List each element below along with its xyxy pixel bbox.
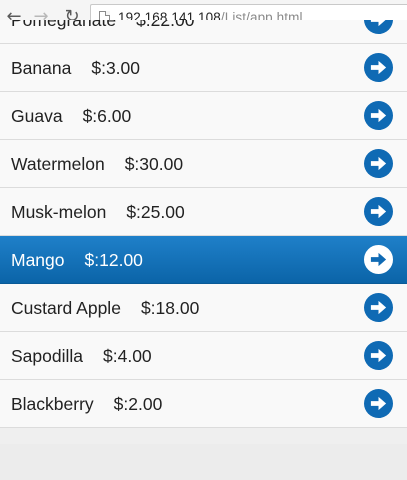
list-item-text: Blackberry $:2.00: [11, 380, 162, 428]
item-price: $:12.00: [84, 249, 143, 270]
list-item-text: Guava $:6.00: [11, 92, 131, 140]
arrow-right-circle-icon[interactable]: [364, 245, 393, 274]
fruit-list: Pomegranate $:22.00 Banana $:3.00 Guava $:6.0…: [0, 20, 407, 444]
item-price: $:3.00: [91, 57, 140, 78]
arrow-right-circle-icon[interactable]: [364, 389, 393, 418]
list-item[interactable]: Mango $:12.00: [0, 236, 407, 284]
list-item-text: Watermelon $:30.00: [11, 140, 183, 188]
list-item-text: Custard Apple $:18.00: [11, 284, 199, 332]
item-price: $:4.00: [103, 345, 152, 366]
list-item-text: Musk-melon $:25.00: [11, 188, 185, 236]
arrow-right-circle-icon[interactable]: [364, 197, 393, 226]
list-item-text: Sapodilla $:4.00: [11, 332, 152, 380]
list-item[interactable]: Banana $:3.00: [0, 44, 407, 92]
item-price: $:22.00: [136, 20, 194, 31]
fruit-list-inner: Pomegranate $:22.00 Banana $:3.00 Guava $:6.0…: [0, 20, 407, 428]
arrow-right-circle-icon[interactable]: [364, 53, 393, 82]
arrow-right-circle-icon[interactable]: [364, 293, 393, 322]
arrow-right-circle-icon[interactable]: [364, 101, 393, 130]
list-item[interactable]: Watermelon $:30.00: [0, 140, 407, 188]
arrow-right-circle-icon[interactable]: [364, 341, 393, 370]
list-item[interactable]: Blackberry $:2.00: [0, 380, 407, 428]
list-item[interactable]: Sapodilla $:4.00: [0, 332, 407, 380]
page-empty-area: [0, 444, 407, 480]
arrow-right-circle-icon[interactable]: [364, 20, 393, 34]
item-price: $:18.00: [140, 297, 200, 318]
item-name: Pomegranate: [11, 20, 116, 31]
item-name: Custard Apple: [11, 297, 121, 318]
item-price: $:2.00: [113, 393, 163, 414]
item-price: $:25.00: [126, 201, 185, 222]
item-name: Musk-melon: [11, 201, 107, 222]
list-item-text: Mango $:12.00: [11, 236, 143, 284]
item-name: Guava: [11, 105, 63, 126]
list-item[interactable]: Custard Apple $:18.00: [0, 284, 407, 332]
item-name: Watermelon: [11, 153, 105, 174]
list-item[interactable]: Guava $:6.00: [0, 92, 407, 140]
list-item[interactable]: Musk-melon $:25.00: [0, 188, 407, 236]
arrow-right-circle-icon[interactable]: [364, 149, 393, 178]
item-price: $:6.00: [82, 105, 132, 126]
item-name: Banana: [11, 57, 72, 78]
list-item-text: Pomegranate $:22.00: [11, 20, 194, 44]
item-name: Blackberry: [11, 393, 94, 414]
item-price: $:30.00: [124, 153, 184, 174]
item-name: Sapodilla: [11, 345, 83, 366]
list-item-text: Banana $:3.00: [11, 44, 140, 92]
list-item[interactable]: Pomegranate $:22.00: [0, 20, 407, 44]
item-name: Mango: [11, 249, 65, 270]
